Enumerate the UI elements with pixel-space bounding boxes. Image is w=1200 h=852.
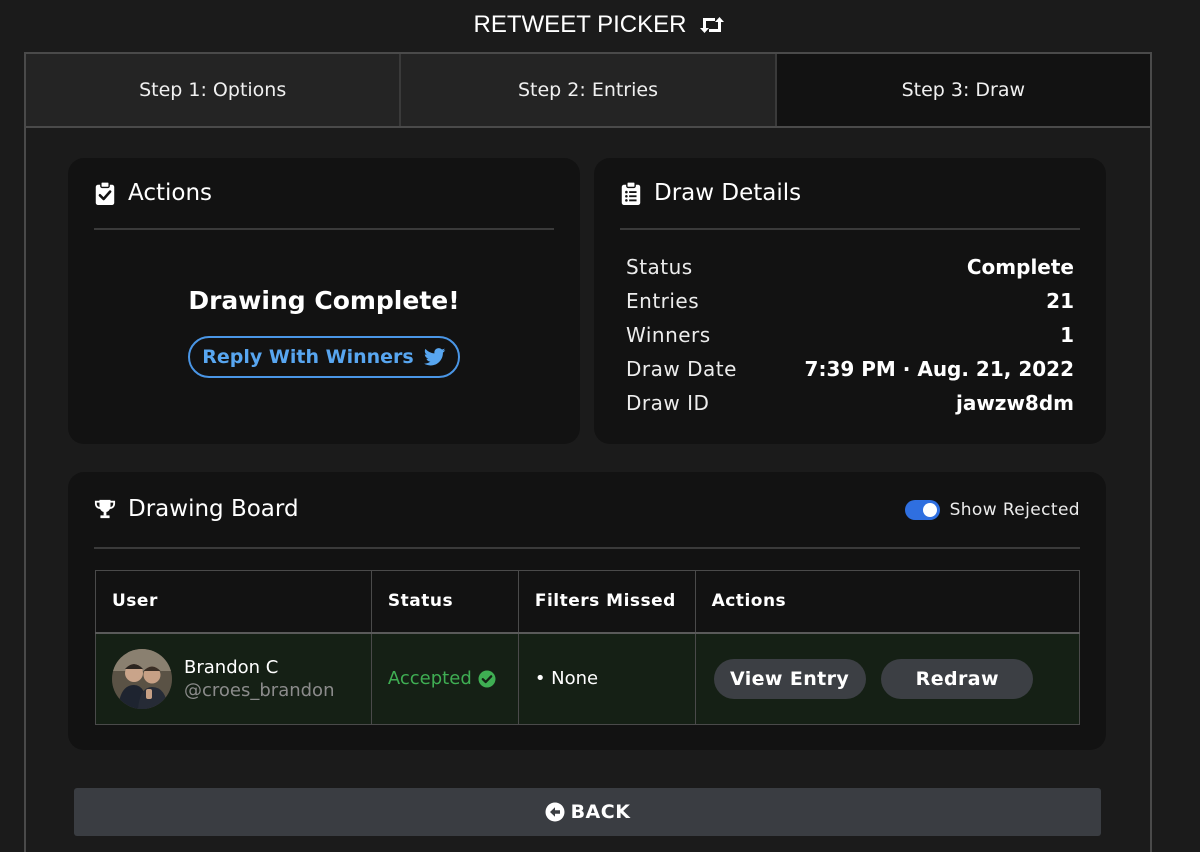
detail-row-entries: Entries 21 — [626, 286, 1074, 316]
detail-row-status: Status Complete — [626, 252, 1074, 282]
filters-missed-value: • None — [534, 668, 599, 690]
status-text: Accepted — [387, 668, 472, 690]
tab-step-1-options[interactable]: Step 1: Options — [26, 54, 400, 126]
detail-value: 1 — [1060, 323, 1074, 347]
back-button-label: BACK — [570, 801, 631, 823]
detail-label: Entries — [626, 289, 700, 313]
reply-button-label: Reply With Winners — [202, 346, 414, 368]
avatar-photo-icon — [112, 648, 172, 709]
table-row: Brandon C @croes_brandon Accepted • None — [95, 632, 1081, 725]
filters-missed-cell: • None — [517, 632, 696, 725]
detail-label: Status — [626, 255, 693, 279]
clipboard-check-icon — [95, 181, 115, 205]
detail-value: Complete — [966, 255, 1074, 279]
detail-label: Draw ID — [626, 391, 710, 415]
actions-card: Actions Drawing Complete! Reply With Win… — [68, 158, 580, 444]
show-rejected-toggle[interactable] — [904, 500, 940, 520]
column-header-user: User — [95, 570, 372, 634]
clipboard-list-icon — [621, 181, 641, 205]
drawing-board-table: User Status Filters Missed Actions Brand… — [95, 570, 1081, 725]
app-header: RETWEET PICKER — [0, 8, 1200, 42]
arrow-circle-left-icon — [545, 802, 565, 822]
detail-row-winners: Winners 1 — [626, 320, 1074, 350]
status-badge: Accepted — [388, 668, 518, 689]
view-entry-button[interactable]: View Entry — [713, 658, 866, 699]
detail-label: Winners — [626, 323, 711, 347]
toggle-knob — [922, 503, 937, 517]
board-card-title: Drawing Board — [94, 496, 299, 522]
detail-label: Draw Date — [626, 357, 737, 381]
reply-with-winners-button[interactable]: Reply With Winners — [188, 336, 460, 378]
user-display-name: Brandon C — [184, 656, 279, 678]
column-header-filters-missed: Filters Missed — [517, 570, 696, 634]
show-rejected-control: Show Rejected — [904, 500, 1080, 520]
retweet-icon — [700, 17, 725, 33]
detail-row-draw-date: Draw Date 7:39 PM · Aug. 21, 2022 — [626, 354, 1074, 384]
details-card-title: Draw Details — [620, 180, 801, 206]
redraw-button[interactable]: Redraw — [881, 658, 1034, 699]
detail-value: jawzw8dm — [955, 391, 1074, 415]
show-rejected-label: Show Rejected — [949, 500, 1080, 520]
draw-details-card: Draw Details Status Complete Entries 21 … — [594, 158, 1106, 444]
actions-title-text: Actions — [128, 180, 213, 206]
detail-row-draw-id: Draw ID jawzw8dm — [626, 388, 1074, 418]
column-header-status: Status — [370, 570, 519, 634]
check-circle-icon — [478, 670, 496, 688]
details-title-text: Draw Details — [654, 180, 802, 206]
actions-card-title: Actions — [94, 180, 212, 206]
step-tabs: Step 1: Options Step 2: Entries Step 3: … — [26, 54, 1150, 128]
board-title-text: Drawing Board — [128, 496, 299, 522]
twitter-bird-icon — [423, 348, 446, 366]
detail-value: 7:39 PM · Aug. 21, 2022 — [804, 357, 1074, 381]
avatar[interactable] — [112, 648, 172, 709]
user-cell: Brandon C @croes_brandon — [95, 632, 372, 725]
app-title: RETWEET PICKER — [473, 11, 687, 38]
tab-step-2-entries[interactable]: Step 2: Entries — [399, 54, 775, 126]
detail-value: 21 — [1046, 289, 1074, 313]
actions-cell: View Entry Redraw — [694, 632, 1081, 725]
drawing-board-card: Drawing Board Show Rejected User Status … — [68, 472, 1106, 750]
trophy-icon — [94, 499, 116, 519]
drawing-complete-text: Drawing Complete! — [188, 286, 460, 315]
table-header-row: User Status Filters Missed Actions — [95, 570, 1081, 634]
column-header-actions: Actions — [694, 570, 1081, 634]
status-cell: Accepted — [370, 632, 519, 725]
board-divider — [94, 547, 1080, 549]
user-handle[interactable]: @croes_brandon — [184, 680, 334, 701]
back-button[interactable]: BACK — [74, 788, 1101, 836]
details-divider — [620, 228, 1080, 230]
tab-step-3-draw[interactable]: Step 3: Draw — [774, 54, 1150, 126]
actions-divider — [94, 228, 554, 230]
